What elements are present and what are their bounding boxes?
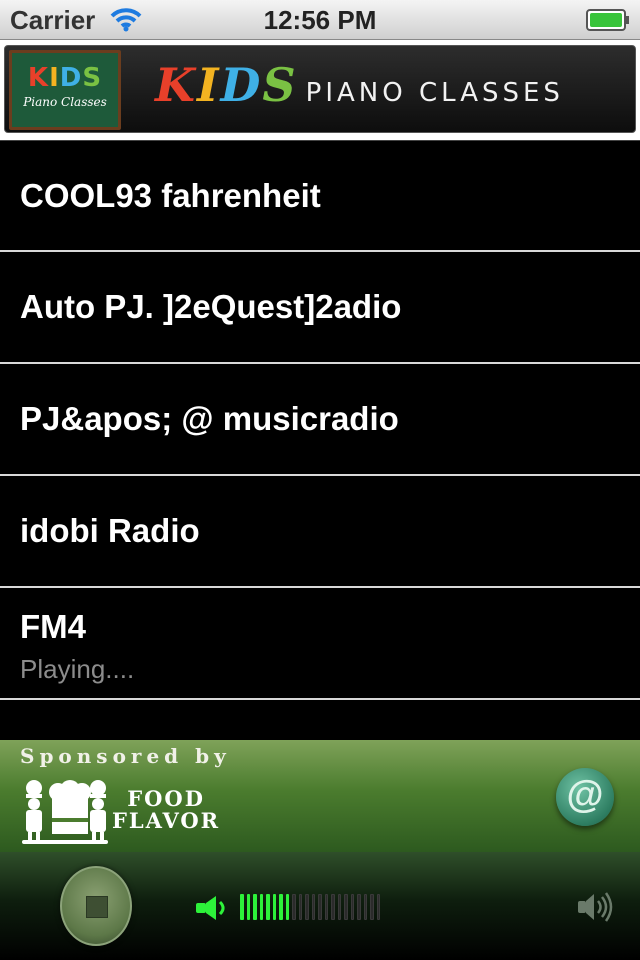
battery-icon: [586, 9, 629, 31]
logo-kids-text: KIDS: [27, 63, 103, 93]
speaker-low-icon: [196, 896, 225, 920]
banner-area: KIDS Piano Classes KIDS PIANO CLASSES: [0, 40, 640, 140]
volume-segment-off: [350, 894, 354, 920]
clock: 12:56 PM: [263, 5, 377, 35]
station-row[interactable]: idobi Radio: [0, 476, 640, 588]
station-name: FM4: [20, 608, 86, 645]
chef-logo-icon: [22, 780, 108, 844]
sponsor-brand: FOOD FLAVOR: [112, 788, 220, 832]
volume-segment-on: [279, 894, 283, 920]
volume-segment-off: [331, 894, 335, 920]
volume-segment-on: [259, 894, 263, 920]
volume-segment-off: [337, 894, 341, 920]
sponsor-label: Sponsored by: [20, 744, 231, 768]
status-bar: Carrier 12:56 PM: [0, 0, 640, 40]
volume-segment-on: [285, 894, 289, 920]
station-status: Playing....: [20, 654, 135, 684]
station-name: PJ&apos; @ musicradio: [20, 400, 399, 437]
sponsor-banner[interactable]: Sponsored by FOOD FLAVOR @: [0, 740, 640, 852]
station-name: Auto PJ. ]2eQuest]2adio: [20, 288, 402, 325]
logo-subtitle: Piano Classes: [23, 95, 107, 109]
volume-segment-off: [318, 894, 322, 920]
volume-segment-on: [272, 894, 276, 920]
stop-icon: [86, 896, 108, 918]
volume-segment-off: [363, 894, 367, 920]
stop-button[interactable]: [60, 866, 132, 946]
volume-segment-off: [311, 894, 315, 920]
volume-segment-off: [324, 894, 328, 920]
at-icon[interactable]: @: [556, 768, 614, 826]
app-logo: KIDS Piano Classes: [9, 50, 121, 130]
station-list: COOL93 fahrenheit Auto PJ. ]2eQuest]2adi…: [0, 140, 640, 740]
banner-title-rest: PIANO CLASSES: [305, 78, 564, 108]
station-row[interactable]: Auto PJ. ]2eQuest]2adio: [0, 252, 640, 364]
volume-segment-on: [240, 894, 244, 920]
station-row-playing[interactable]: FM4 Playing....: [0, 588, 640, 700]
volume-segment-off: [357, 894, 361, 920]
sponsor-brand-line1: FOOD: [127, 786, 205, 811]
volume-segment-on: [253, 894, 257, 920]
volume-segment-off: [292, 894, 296, 920]
sponsor-brand-line2: FLAVOR: [112, 808, 221, 833]
volume-segment-off: [344, 894, 348, 920]
banner-title: KIDS PIANO CLASSES: [155, 58, 564, 118]
app-banner[interactable]: KIDS Piano Classes KIDS PIANO CLASSES: [4, 45, 636, 133]
volume-segment-on: [246, 894, 250, 920]
volume-meter[interactable]: [240, 894, 380, 920]
volume-segment-on: [266, 894, 270, 920]
volume-segment-off: [298, 894, 302, 920]
volume-segment-off: [370, 894, 374, 920]
banner-title-kids: KIDS: [155, 58, 298, 112]
volume-segment-off: [305, 894, 309, 920]
volume-segment-off: [376, 894, 380, 920]
station-row[interactable]: PJ&apos; @ musicradio: [0, 364, 640, 476]
player-bar: [0, 852, 640, 960]
station-name: idobi Radio: [20, 512, 200, 549]
speaker-high-icon: [578, 892, 613, 922]
station-name: COOL93 fahrenheit: [20, 177, 321, 214]
station-row[interactable]: COOL93 fahrenheit: [0, 140, 640, 252]
